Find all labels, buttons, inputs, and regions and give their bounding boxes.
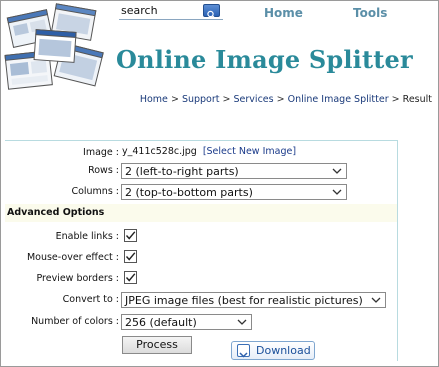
breadcrumb-services-link[interactable]: Services	[234, 94, 274, 105]
top-navigation: Home Tools	[119, 3, 438, 21]
breadcrumb-home-link[interactable]: Home	[140, 94, 168, 105]
search-go-button[interactable]	[203, 4, 220, 19]
preview-borders-label: Preview borders :	[36, 273, 119, 284]
advanced-options-header: Advanced Options	[5, 204, 397, 222]
breadcrumb-separator: >	[222, 94, 231, 105]
enable-links-label: Enable links :	[55, 231, 119, 242]
num-colors-row: Number of colors : 256 (default)	[5, 313, 397, 333]
enable-links-row: Enable links :	[5, 228, 397, 248]
columns-row: Columns : 2 (top-to-bottom parts)	[5, 183, 397, 203]
site-title: Online Image Splitter	[116, 45, 413, 74]
columns-selected-value: 2 (top-to-bottom parts)	[125, 186, 253, 199]
chevron-down-icon	[371, 297, 381, 303]
checkmark-icon	[125, 252, 136, 261]
convert-to-selected-value: JPEG image files (best for realistic pic…	[125, 294, 363, 307]
advanced-options-title: Advanced Options	[7, 207, 105, 218]
chevron-down-icon	[239, 352, 248, 358]
site-logo-icon	[4, 3, 104, 90]
breadcrumb-separator: >	[276, 94, 285, 105]
select-new-image-link[interactable]: [Select New Image]	[203, 146, 296, 157]
columns-label: Columns :	[71, 186, 119, 197]
convert-to-row: Convert to : JPEG image files (best for …	[5, 291, 397, 311]
breadcrumb-separator: >	[170, 94, 179, 105]
splitter-options-panel: Image : y_411c528c.jpg [Select New Image]…	[5, 140, 398, 361]
image-row: Image : y_411c528c.jpg [Select New Image]	[5, 144, 397, 164]
enable-links-checkbox[interactable]	[124, 229, 137, 242]
preview-borders-row: Preview borders :	[5, 270, 397, 290]
nav-home-link[interactable]: Home	[264, 6, 303, 20]
breadcrumb-separator: >	[391, 94, 400, 105]
convert-to-label: Convert to :	[62, 294, 119, 305]
search-icon	[207, 10, 216, 19]
mouse-over-checkbox[interactable]	[124, 250, 137, 263]
nav-tools-link[interactable]: Tools	[353, 6, 387, 20]
image-label: Image :	[83, 147, 119, 158]
search-input[interactable]	[119, 3, 201, 18]
rows-select[interactable]: 2 (left-to-right parts)	[121, 163, 347, 179]
download-button[interactable]: Download	[231, 341, 315, 360]
download-arrow-icon	[237, 344, 250, 358]
num-colors-select[interactable]: 256 (default)	[121, 314, 252, 330]
download-label: Download	[256, 344, 311, 357]
rows-selected-value: 2 (left-to-right parts)	[125, 165, 239, 178]
mouse-over-label: Mouse-over effect :	[26, 252, 119, 263]
chevron-down-icon	[332, 168, 342, 174]
image-value: y_411c528c.jpg [Select New Image]	[122, 146, 296, 157]
columns-select[interactable]: 2 (top-to-bottom parts)	[121, 184, 347, 200]
breadcrumb-splitter-link[interactable]: Online Image Splitter	[288, 94, 389, 105]
breadcrumb-current: Result	[402, 94, 432, 105]
checkmark-icon	[125, 273, 136, 282]
checkmark-icon	[125, 231, 136, 240]
rows-label: Rows :	[88, 165, 119, 176]
chevron-down-icon	[332, 189, 342, 195]
num-colors-selected-value: 256 (default)	[125, 316, 197, 329]
breadcrumb: Home > Support > Services > Online Image…	[140, 94, 432, 105]
process-button[interactable]: Process	[122, 336, 192, 354]
convert-to-select[interactable]: JPEG image files (best for realistic pic…	[121, 292, 386, 308]
image-filename: y_411c528c.jpg	[122, 146, 197, 157]
breadcrumb-support-link[interactable]: Support	[182, 94, 220, 105]
preview-borders-checkbox[interactable]	[124, 271, 137, 284]
mouse-over-row: Mouse-over effect :	[5, 249, 397, 269]
num-colors-label: Number of colors :	[31, 316, 119, 327]
search-box	[119, 3, 223, 20]
rows-row: Rows : 2 (left-to-right parts)	[5, 162, 397, 182]
chevron-down-icon	[237, 319, 247, 325]
